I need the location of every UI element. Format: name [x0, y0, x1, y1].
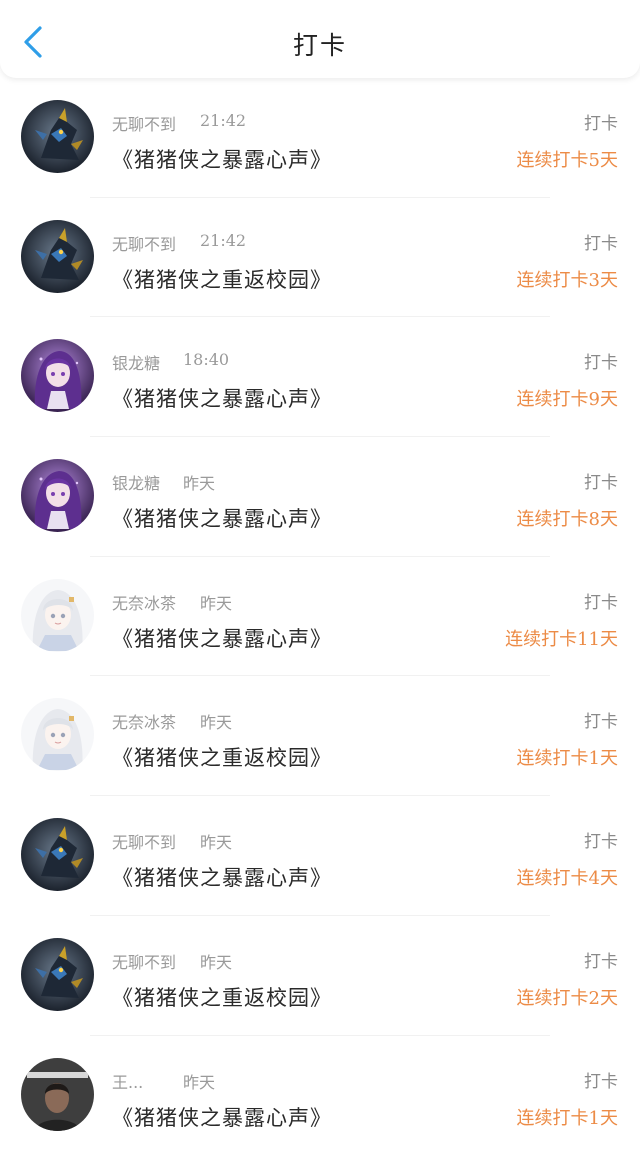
timestamp: 21:42: [200, 111, 246, 130]
list-item[interactable]: 无聊不到 21:42 《猪猪侠之重返校园》 打卡 连续打卡3天: [0, 198, 640, 318]
avatar[interactable]: [21, 220, 94, 293]
user-name[interactable]: 无聊不到: [112, 111, 176, 135]
avatar[interactable]: [21, 339, 94, 412]
avatar[interactable]: [21, 938, 94, 1011]
checkin-label: 打卡: [584, 827, 618, 852]
list-item[interactable]: 无聊不到 21:42 《猪猪侠之暴露心声》 打卡 连续打卡5天: [0, 78, 640, 198]
timestamp: 昨天: [200, 949, 232, 973]
streak-text: 连续打卡1天: [517, 1104, 618, 1130]
user-name[interactable]: 银龙糖: [112, 350, 160, 374]
timestamp: 昨天: [200, 829, 232, 853]
list-item[interactable]: 银龙糖 18:40 《猪猪侠之暴露心声》 打卡 连续打卡9天: [0, 317, 640, 437]
list-item[interactable]: 王... 昨天 《猪猪侠之暴露心声》 打卡 连续打卡1天: [0, 1036, 640, 1155]
avatar[interactable]: [21, 459, 94, 532]
user-name[interactable]: 无聊不到: [112, 231, 176, 255]
list-item[interactable]: 无聊不到 昨天 《猪猪侠之重返校园》 打卡 连续打卡2天: [0, 916, 640, 1036]
timestamp: 昨天: [200, 709, 232, 733]
book-title[interactable]: 《猪猪侠之暴露心声》: [112, 503, 332, 533]
user-name[interactable]: 王...: [112, 1069, 143, 1093]
checkin-label: 打卡: [584, 947, 618, 972]
book-title[interactable]: 《猪猪侠之暴露心声》: [112, 144, 332, 174]
user-name[interactable]: 无聊不到: [112, 949, 176, 973]
checkin-list: 无聊不到 21:42 《猪猪侠之暴露心声》 打卡 连续打卡5天 无聊不到 21:…: [0, 78, 640, 1155]
book-title[interactable]: 《猪猪侠之暴露心声》: [112, 623, 332, 653]
book-title[interactable]: 《猪猪侠之暴露心声》: [112, 862, 332, 892]
checkin-label: 打卡: [584, 707, 618, 732]
avatar[interactable]: [21, 698, 94, 771]
streak-text: 连续打卡3天: [517, 266, 618, 292]
avatar[interactable]: [21, 1058, 94, 1131]
timestamp: 昨天: [183, 1069, 215, 1093]
avatar[interactable]: [21, 579, 94, 652]
checkin-label: 打卡: [584, 588, 618, 613]
streak-text: 连续打卡2天: [517, 984, 618, 1010]
book-title[interactable]: 《猪猪侠之暴露心声》: [112, 1102, 332, 1132]
streak-text: 连续打卡4天: [517, 864, 618, 890]
user-name[interactable]: 无奈冰茶: [112, 709, 176, 733]
book-title[interactable]: 《猪猪侠之暴露心声》: [112, 383, 332, 413]
list-item[interactable]: 无奈冰茶 昨天 《猪猪侠之重返校园》 打卡 连续打卡1天: [0, 676, 640, 796]
book-title[interactable]: 《猪猪侠之重返校园》: [112, 982, 332, 1012]
avatar[interactable]: [21, 818, 94, 891]
checkin-label: 打卡: [584, 468, 618, 493]
timestamp: 昨天: [183, 470, 215, 494]
streak-text: 连续打卡1天: [517, 744, 618, 770]
top-bar: 打卡: [0, 0, 640, 78]
page-title: 打卡: [0, 26, 640, 62]
book-title[interactable]: 《猪猪侠之重返校园》: [112, 264, 332, 294]
user-name[interactable]: 无聊不到: [112, 829, 176, 853]
streak-text: 连续打卡11天: [505, 625, 618, 651]
checkin-label: 打卡: [584, 348, 618, 373]
avatar[interactable]: [21, 100, 94, 173]
user-name[interactable]: 无奈冰茶: [112, 590, 176, 614]
checkin-label: 打卡: [584, 229, 618, 254]
checkin-label: 打卡: [584, 1067, 618, 1092]
streak-text: 连续打卡9天: [517, 385, 618, 411]
streak-text: 连续打卡5天: [517, 146, 618, 172]
list-item[interactable]: 无奈冰茶 昨天 《猪猪侠之暴露心声》 打卡 连续打卡11天: [0, 557, 640, 677]
timestamp: 21:42: [200, 231, 246, 250]
list-item[interactable]: 无聊不到 昨天 《猪猪侠之暴露心声》 打卡 连续打卡4天: [0, 796, 640, 916]
book-title[interactable]: 《猪猪侠之重返校园》: [112, 742, 332, 772]
timestamp: 昨天: [200, 590, 232, 614]
user-name[interactable]: 银龙糖: [112, 470, 160, 494]
timestamp: 18:40: [183, 350, 229, 369]
checkin-label: 打卡: [584, 109, 618, 134]
list-item[interactable]: 银龙糖 昨天 《猪猪侠之暴露心声》 打卡 连续打卡8天: [0, 437, 640, 557]
streak-text: 连续打卡8天: [517, 505, 618, 531]
